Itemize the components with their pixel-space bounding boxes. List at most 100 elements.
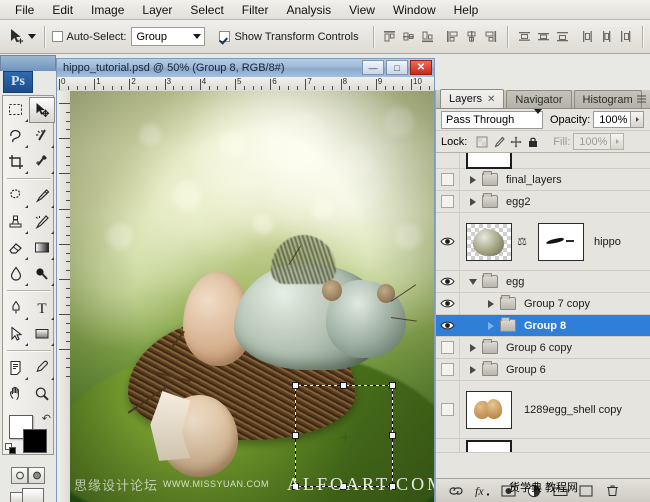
menu-file[interactable]: File [6, 1, 43, 19]
visibility-toggle-egg2[interactable] [436, 191, 460, 212]
screen-mode-button[interactable] [10, 488, 46, 502]
tab-histogram[interactable]: Histogram [574, 90, 642, 108]
gradient-tool[interactable] [29, 235, 55, 261]
align-vertical-centers-button[interactable] [400, 28, 417, 45]
opacity-input[interactable]: 100% [593, 111, 631, 128]
free-transform-selection[interactable] [292, 382, 396, 490]
visibility-toggle-egg-shell-copy[interactable] [436, 381, 460, 438]
dodge-tool[interactable] [29, 261, 55, 287]
menu-image[interactable]: Image [82, 1, 133, 19]
visibility-toggle-egg[interactable] [436, 271, 460, 292]
healing-brush-tool[interactable] [3, 183, 29, 209]
notes-tool[interactable] [3, 355, 29, 381]
link-mask-icon[interactable]: ⚖ [516, 235, 528, 248]
distribute-vertical-centers-button[interactable] [535, 28, 552, 45]
hand-tool[interactable] [3, 381, 29, 407]
layers-list[interactable]: final_layers egg2 [436, 153, 650, 477]
disclosure-triangle-final-layers[interactable] [466, 176, 480, 184]
disclosure-triangle-group-8[interactable] [484, 322, 498, 330]
align-left-edges-button[interactable] [444, 28, 461, 45]
vertical-ruler[interactable] [56, 91, 70, 502]
new-group-button[interactable] [552, 483, 568, 499]
new-layer-button[interactable] [578, 483, 594, 499]
layer-row-group-6-copy[interactable]: Group 6 copy [436, 337, 650, 359]
layer-row-egg-shell-copy[interactable]: 1289egg_shell copy [436, 381, 650, 439]
lock-transparent-pixels-icon[interactable] [473, 134, 490, 150]
disclosure-triangle-group-7-copy[interactable] [484, 300, 498, 308]
visibility-toggle-final-layers[interactable] [436, 169, 460, 190]
layer-row-final-layers[interactable]: final_layers [436, 169, 650, 191]
menu-filter[interactable]: Filter [233, 1, 278, 19]
pen-tool[interactable] [3, 295, 29, 321]
history-brush-tool[interactable] [29, 209, 55, 235]
rectangular-marquee-tool[interactable] [3, 97, 29, 123]
path-selection-tool[interactable] [3, 321, 29, 347]
layer-thumbnail-hippo[interactable] [466, 223, 512, 261]
slice-tool[interactable] [29, 149, 55, 175]
horizontal-ruler[interactable]: 012345678910 [56, 77, 435, 91]
handle-bottom-right[interactable] [389, 483, 396, 490]
distribute-top-edges-button[interactable] [516, 28, 533, 45]
align-top-edges-button[interactable] [381, 28, 398, 45]
layer-row-group-6[interactable]: Group 6 [436, 359, 650, 381]
menu-select[interactable]: Select [181, 1, 232, 19]
disclosure-triangle-egg2[interactable] [466, 198, 480, 206]
handle-top-left[interactable] [292, 382, 299, 389]
disclosure-triangle-group-6[interactable] [466, 366, 480, 374]
move-tool-icon[interactable] [6, 25, 27, 49]
canvas[interactable]: 思缘设计论坛 WWW.MISSYUAN.COM ALFOART.COM [70, 91, 435, 502]
blend-mode-dropdown[interactable]: Pass Through [441, 111, 543, 129]
disclosure-triangle-egg[interactable] [466, 279, 480, 285]
handle-bottom-center[interactable] [340, 483, 347, 490]
layer-row-hippo[interactable]: ⚖ hippo [436, 213, 650, 271]
layer-row-egg2[interactable]: egg2 [436, 191, 650, 213]
menu-window[interactable]: Window [384, 1, 445, 19]
handle-top-right[interactable] [389, 382, 396, 389]
eraser-tool[interactable] [3, 235, 29, 261]
move-tool[interactable] [29, 97, 55, 123]
distribute-right-edges-button[interactable] [617, 28, 634, 45]
type-tool[interactable]: T [29, 295, 55, 321]
transform-reference-point[interactable] [340, 432, 351, 443]
align-bottom-edges-button[interactable] [419, 28, 436, 45]
background-color-swatch[interactable] [23, 429, 47, 453]
layer-row-egg[interactable]: egg [436, 271, 650, 293]
standard-mode-button[interactable] [11, 467, 28, 484]
default-colors-icon[interactable] [5, 443, 16, 454]
handle-top-center[interactable] [340, 382, 347, 389]
show-transform-checkbox[interactable] [219, 31, 230, 42]
handle-bottom-left[interactable] [292, 483, 299, 490]
disclosure-triangle-group-6-copy[interactable] [466, 344, 480, 352]
auto-select-checkbox[interactable] [52, 31, 63, 42]
lock-position-icon[interactable] [507, 134, 524, 150]
visibility-cell-bottom[interactable] [436, 439, 460, 452]
tool-palette-titlebar[interactable] [0, 55, 56, 71]
delete-layer-button[interactable] [604, 483, 620, 499]
brush-tool[interactable] [29, 183, 55, 209]
layer-style-button[interactable]: fx [474, 483, 490, 499]
distribute-horizontal-centers-button[interactable] [598, 28, 615, 45]
auto-select-dropdown[interactable]: Group [131, 27, 205, 46]
layer-mask-thumbnail-hippo[interactable] [538, 223, 584, 261]
close-icon[interactable]: ✕ [487, 94, 495, 105]
opacity-slider-button[interactable] [631, 111, 644, 128]
fill-slider-button[interactable] [611, 133, 624, 150]
rectangle-tool[interactable] [29, 321, 55, 347]
tab-layers[interactable]: Layers ✕ [440, 89, 504, 108]
document-titlebar[interactable]: hippo_tutorial.psd @ 50% (Group 8, RGB/8… [56, 58, 435, 77]
menu-edit[interactable]: Edit [43, 1, 82, 19]
minimize-button[interactable]: — [362, 60, 384, 75]
crop-tool[interactable] [3, 149, 29, 175]
lasso-tool[interactable] [3, 123, 29, 149]
distribute-left-edges-button[interactable] [579, 28, 596, 45]
layer-thumbnail-egg-shell-copy[interactable] [466, 391, 512, 429]
close-button[interactable]: ✕ [410, 60, 432, 75]
lock-all-icon[interactable] [524, 134, 541, 150]
maximize-button[interactable]: □ [386, 60, 408, 75]
eyedropper-tool[interactable] [29, 355, 55, 381]
align-horizontal-centers-button[interactable] [463, 28, 480, 45]
menu-layer[interactable]: Layer [133, 1, 181, 19]
layer-row-group-7-copy[interactable]: Group 7 copy [436, 293, 650, 315]
lock-image-pixels-icon[interactable] [490, 134, 507, 150]
zoom-tool[interactable] [29, 381, 55, 407]
